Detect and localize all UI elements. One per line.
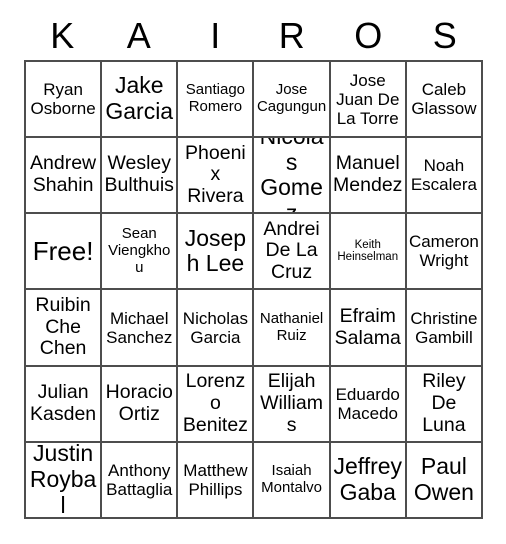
bingo-cell-label: Justin Roybal <box>29 442 97 518</box>
bingo-cell[interactable]: Wesley Bulthuis <box>102 138 179 215</box>
bingo-cell-label: Jose Juan De La Torre <box>336 70 400 128</box>
bingo-cell-label: Andrew Shahin <box>30 152 97 197</box>
bingo-cell[interactable]: Jose Juan De La Torre <box>330 62 407 139</box>
bingo-cell[interactable]: Keith Heinselman <box>330 214 407 291</box>
bingo-cell-label: Jake Garcia <box>105 72 174 125</box>
bingo-cell[interactable]: Riley De Luna <box>406 366 483 443</box>
bingo-cell-label: Wesley Bulthuis <box>104 152 174 197</box>
bingo-cell-label: Efraim Salama <box>334 304 401 349</box>
bingo-cell[interactable]: Eduardo Macedo <box>330 366 407 443</box>
bingo-cell-label: Jose Cagungun <box>256 81 327 116</box>
bingo-cell-label: Cameron Wright <box>408 232 479 271</box>
bingo-cell-label: Andrei De La Cruz <box>263 217 320 284</box>
bingo-cell-label: Sean Viengkhou <box>108 225 171 276</box>
header-letter-1: K <box>50 15 75 56</box>
bingo-cell[interactable]: Andrew Shahin <box>26 138 103 215</box>
bingo-cell[interactable]: Caleb Glassow <box>406 62 483 139</box>
header-letter-4: R <box>278 15 305 56</box>
bingo-cell-label: Nathaniel Ruiz <box>259 309 324 344</box>
bingo-cell[interactable]: Jose Cagungun <box>254 62 331 139</box>
bingo-cell[interactable]: Nicolas Gomez <box>254 138 331 215</box>
bingo-cell-label: Elijah Williams <box>260 370 323 436</box>
bingo-card: K A I R O S Ryan Osborne Jake Garcia Santi… <box>0 0 506 544</box>
bingo-cell[interactable]: Ryan Osborne <box>26 62 103 139</box>
bingo-cell[interactable]: Andrei De La Cruz <box>254 214 331 291</box>
bingo-cell[interactable]: Joseph Lee <box>178 214 255 291</box>
bingo-cell[interactable]: Santiago Romero <box>178 62 255 139</box>
bingo-cell[interactable]: Jake Garcia <box>102 62 179 139</box>
bingo-cell[interactable]: Cameron Wright <box>406 214 483 291</box>
bingo-cell-label: Free! <box>32 235 94 266</box>
bingo-cell[interactable]: Jeffrey Gaba <box>330 442 407 519</box>
bingo-cell[interactable]: Paul Owen <box>406 442 483 519</box>
bingo-cell[interactable]: Matthew Phillips <box>178 442 255 519</box>
bingo-cell[interactable]: Isaiah Montalvo <box>254 442 331 519</box>
bingo-cell[interactable]: Horacio Ortiz <box>102 366 179 443</box>
bingo-cell[interactable]: Manuel Mendez <box>330 138 407 215</box>
bingo-cell[interactable]: Christine Gambill <box>406 290 483 367</box>
bingo-cell-label: Santiago Romero <box>185 81 246 116</box>
bingo-cell-label: Horacio Ortiz <box>105 380 173 425</box>
bingo-cell[interactable]: Sean Viengkhou <box>102 214 179 291</box>
bingo-cell-label: Eduardo Macedo <box>335 384 400 423</box>
bingo-cell[interactable]: Justin Roybal <box>26 442 103 519</box>
bingo-cell[interactable]: Efraim Salama <box>330 290 407 367</box>
bingo-cell-label: Riley De Luna <box>422 370 466 436</box>
bingo-cell-label: Paul Owen <box>413 453 474 505</box>
bingo-cell-label: Ryan Osborne <box>30 80 96 119</box>
bingo-header-row: K A I R O S <box>24 12 483 60</box>
bingo-cell-label: Nicholas Garcia <box>182 308 248 347</box>
bingo-cell-label: Isaiah Montalvo <box>261 462 322 496</box>
bingo-cell-label: Keith Heinselman <box>337 238 399 264</box>
bingo-cell-label: Julian Kasden <box>30 380 97 425</box>
bingo-cell[interactable]: Nathaniel Ruiz <box>254 290 331 367</box>
bingo-cell-label: Manuel Mendez <box>333 152 403 197</box>
header-letter-2: A <box>126 15 151 56</box>
bingo-cell-label: Joseph Lee <box>184 224 247 277</box>
bingo-cell[interactable]: Michael Sanchez <box>102 290 179 367</box>
bingo-cell-label: Caleb Glassow <box>411 80 477 119</box>
bingo-cell[interactable]: Noah Escalera <box>406 138 483 215</box>
bingo-cell-label: Christine Gambill <box>410 308 478 347</box>
bingo-cell[interactable]: Elijah Williams <box>254 366 331 443</box>
header-letter-5: O <box>354 15 383 56</box>
bingo-cell-label: Noah Escalera <box>410 156 477 195</box>
bingo-cell-label: Ruibin Che Chen <box>35 293 91 360</box>
bingo-cell[interactable]: Nicholas Garcia <box>178 290 255 367</box>
bingo-cell-free[interactable]: Free! <box>26 214 103 291</box>
bingo-cell-label: Jeffrey Gaba <box>333 453 403 505</box>
bingo-cell-label: Anthony Battaglia <box>106 460 173 499</box>
bingo-cell[interactable]: Julian Kasden <box>26 366 103 443</box>
bingo-cell[interactable]: Phoenix Rivera <box>178 138 255 215</box>
bingo-cell[interactable]: Ruibin Che Chen <box>26 290 103 367</box>
header-letter-6: S <box>432 15 457 56</box>
bingo-grid: Ryan Osborne Jake Garcia Santiago Romero Jo… <box>24 60 483 519</box>
bingo-cell[interactable]: Anthony Battaglia <box>102 442 179 519</box>
header-letter-3: I <box>210 15 221 56</box>
bingo-cell[interactable]: Lorenzo Benitez <box>178 366 255 443</box>
bingo-cell-label: Michael Sanchez <box>106 308 173 347</box>
bingo-cell-label: Matthew Phillips <box>183 460 248 499</box>
bingo-cell-label: Lorenzo Benitez <box>182 370 248 436</box>
bingo-cell-label: Nicolas Gomez <box>260 138 324 215</box>
bingo-cell-label: Phoenix Rivera <box>185 141 246 208</box>
